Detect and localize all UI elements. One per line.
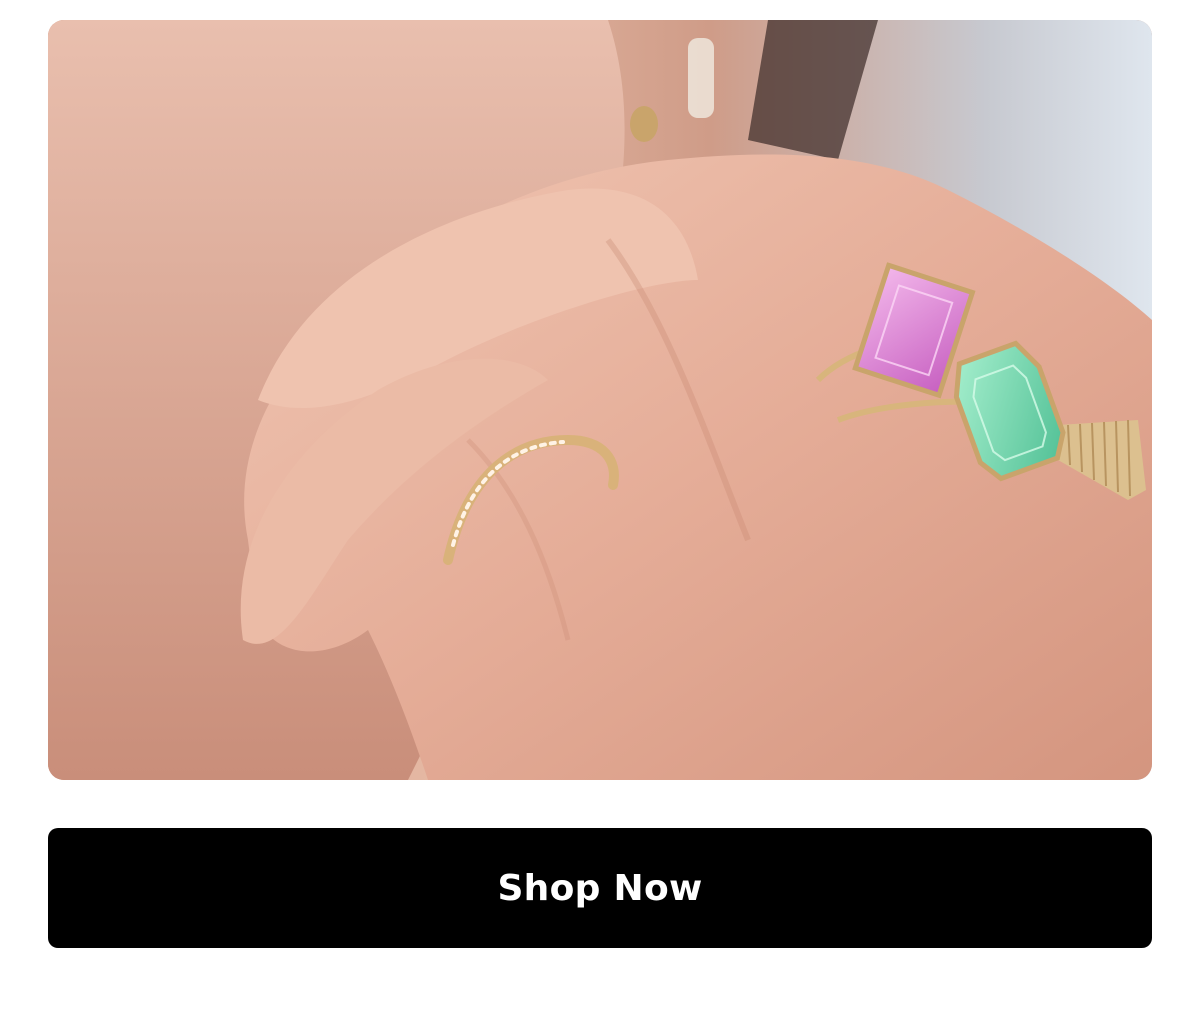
- shop-now-label: Shop Now: [497, 867, 703, 909]
- hero-image[interactable]: [48, 20, 1152, 780]
- email-content: Shop Now: [0, 0, 1200, 1028]
- shop-now-button[interactable]: Shop Now: [48, 828, 1152, 948]
- hand-rings-photo: [48, 20, 1152, 780]
